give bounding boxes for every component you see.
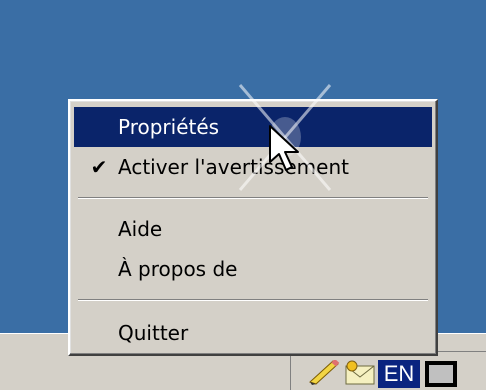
checkmark-icon: ✔ (90, 155, 108, 179)
menu-item-a-propos[interactable]: À propos de (74, 249, 432, 289)
menu-item-label: Aide (118, 217, 163, 241)
menu-item-quitter[interactable]: Quitter (74, 313, 432, 353)
menu-item-activer-avertissement[interactable]: ✔ Activer l'avertissement (74, 147, 432, 187)
context-menu: Propriétés ✔ Activer l'avertissement Aid… (68, 99, 438, 356)
menu-item-aide[interactable]: Aide (74, 209, 432, 249)
menu-separator (78, 197, 428, 199)
menu-item-label: Propriétés (118, 115, 220, 139)
menu-item-label: Activer l'avertissement (118, 155, 349, 179)
monitor-icon[interactable] (424, 360, 458, 388)
envelope-icon[interactable] (344, 360, 376, 386)
pencil-icon[interactable] (306, 360, 342, 386)
menu-item-label: Quitter (118, 321, 189, 345)
menu-item-label: À propos de (118, 257, 238, 281)
menu-separator (78, 299, 428, 301)
menu-item-proprietes[interactable]: Propriétés (74, 107, 432, 147)
language-indicator[interactable]: EN (378, 360, 420, 388)
